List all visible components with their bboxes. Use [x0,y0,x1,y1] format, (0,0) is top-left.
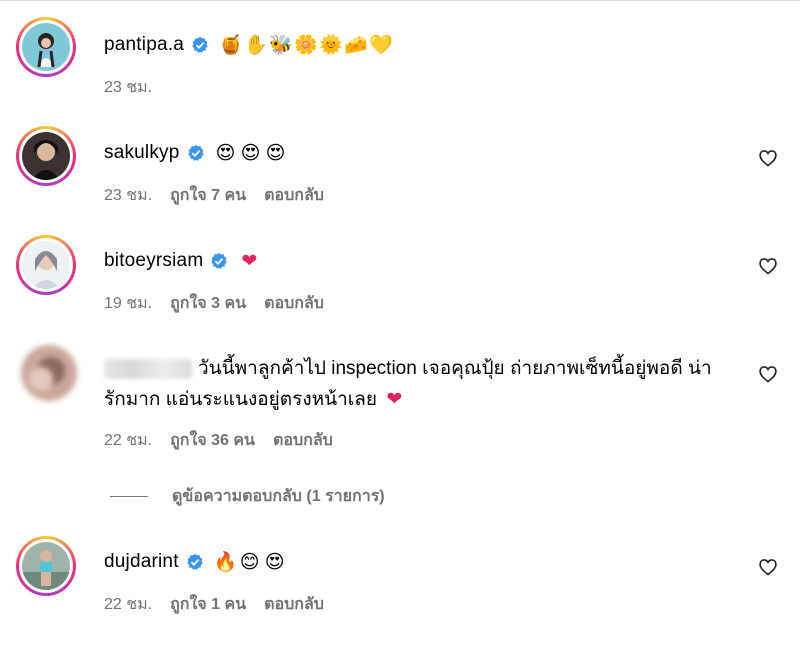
comment-header: pantipa.a 🍯 ✋ 🐝 🌼 🌞 🧀 💛 [104,34,393,56]
comment-meta: 23 ชม. ถูกใจ 7 คน ตอบกลับ [104,183,324,208]
avatar[interactable] [16,235,76,295]
comment-header: dujdarint 🔥 😊 😍 [104,551,286,573]
likes-count[interactable]: ถูกใจ 3 คน [170,291,246,316]
replies-divider [110,496,148,497]
view-replies-label: ดูข้อความตอบกลับ (1 รายการ) [172,488,385,505]
avatar[interactable] [16,126,76,186]
timestamp[interactable]: 22 ชม. [104,592,152,617]
likes-count[interactable]: ถูกใจ 36 คน [170,428,255,453]
comment-meta: 19 ชม. ถูกใจ 3 คน ตอบกลับ [104,291,324,316]
timestamp[interactable]: 19 ชม. [104,291,152,316]
like-heart-icon[interactable] [758,557,778,577]
username[interactable]: bitoeyrsiam [104,250,203,272]
comment-meta: 22 ชม. ถูกใจ 36 คน ตอบกลับ [104,428,333,453]
red-heart-icon: ❤ [241,250,258,272]
timestamp[interactable]: 23 ชม. [104,183,152,208]
heart-eyes-icon: 😍 [265,142,286,164]
smiling-face-icon: 😊 [239,551,260,573]
comment-header: sakulkyp 😍 😍 😍 [104,142,287,164]
comment-emojis: 🍯 ✋ 🐝 🌼 🌞 🧀 💛 [218,34,393,56]
blossom-icon: 🌼 [293,34,318,56]
timestamp[interactable]: 23 ชม. [104,75,152,100]
verified-badge-icon [211,252,228,269]
view-replies-button[interactable]: ดูข้อความตอบกลับ (1 รายการ) [110,484,385,509]
comment-text: วันนี้พาลูกค้าไป inspection เจอคุณปุ้ย ถ… [104,358,712,410]
avatar[interactable] [16,17,76,77]
comment-meta: 23 ชม. [104,75,152,100]
avatar[interactable] [16,340,77,401]
reply-button[interactable]: ตอบกลับ [264,592,324,617]
raised-hand-icon: ✋ [243,34,268,56]
comment-emojis: ❤ [238,250,260,272]
bee-icon: 🐝 [268,34,293,56]
username[interactable]: dujdarint [104,551,179,573]
reply-button[interactable]: ตอบกลับ [264,291,324,316]
username[interactable]: sakulkyp [104,142,180,164]
top-divider [0,0,800,1]
comment-meta: 22 ชม. ถูกใจ 1 คน ตอบกลับ [104,592,324,617]
red-heart-icon: ❤ [386,388,403,410]
username[interactable]: pantipa.a [104,34,184,56]
reply-button[interactable]: ตอบกลับ [264,183,324,208]
comment-header: bitoeyrsiam ❤ [104,250,260,272]
blurred-username[interactable] [104,358,192,379]
like-heart-icon[interactable] [758,364,778,384]
heart-eyes-icon: 😍 [264,551,285,573]
comment-emojis: 🔥 😊 😍 [214,551,286,573]
timestamp[interactable]: 22 ชม. [104,428,152,453]
avatar[interactable] [16,536,76,596]
comment-emojis: 😍 😍 😍 [215,142,287,164]
like-heart-icon[interactable] [758,148,778,168]
likes-count[interactable]: ถูกใจ 1 คน [170,592,246,617]
verified-badge-icon [192,36,208,53]
reply-button[interactable]: ตอบกลับ [273,428,333,453]
verified-badge-icon [186,553,203,570]
cheese-icon: 🧀 [343,34,368,56]
honey-pot-icon: 🍯 [218,34,243,56]
likes-count[interactable]: ถูกใจ 7 คน [170,183,246,208]
verified-badge-icon [187,144,204,161]
fire-icon: 🔥 [213,551,238,573]
comment-body: วันนี้พาลูกค้าไป inspection เจอคุณปุ้ย ถ… [104,354,724,415]
yellow-heart-icon: 💛 [368,34,393,56]
like-heart-icon[interactable] [758,256,778,276]
heart-eyes-icon: 😍 [215,142,236,164]
sun-icon: 🌞 [318,34,343,56]
heart-eyes-icon: 😍 [240,142,261,164]
